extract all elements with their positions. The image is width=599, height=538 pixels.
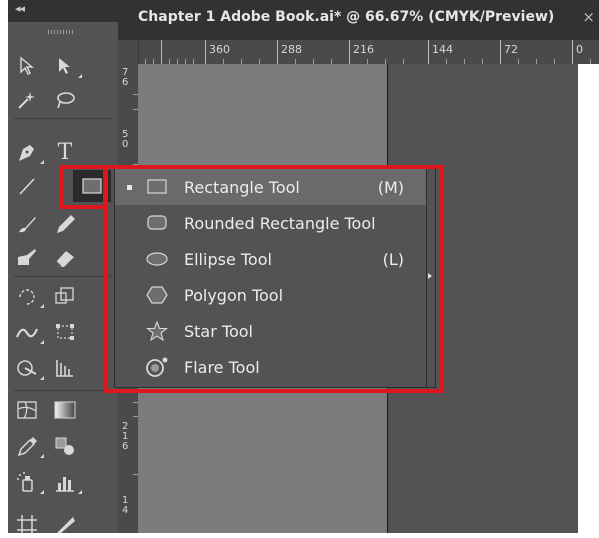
- width-tool[interactable]: [12, 318, 44, 346]
- free-transform-tool[interactable]: [50, 318, 80, 346]
- document-title: Chapter 1 Adobe Book.ai* @ 66.67% (CMYK/…: [138, 9, 555, 25]
- rotate-icon: [19, 289, 35, 305]
- blend-icon: [55, 437, 74, 455]
- ruler-label: 14: [122, 495, 129, 516]
- artboard-icon: [17, 515, 37, 533]
- tools-panel: ◂◂ T: [8, 0, 118, 533]
- ruler-label: 76: [122, 67, 129, 88]
- ruler-label: 288: [281, 43, 302, 56]
- eraser-icon: [55, 251, 74, 268]
- symbol-sprayer-icon: [17, 472, 33, 492]
- eyedropper-icon: [17, 437, 37, 457]
- collapse-panel-icon[interactable]: ◂◂: [15, 2, 25, 15]
- ruler-label: 216: [353, 43, 374, 56]
- mesh-tool[interactable]: [12, 396, 42, 424]
- magic-wand-tool[interactable]: [12, 86, 42, 114]
- tools-panel-header[interactable]: ◂◂: [8, 0, 118, 22]
- direct-selection-tool[interactable]: [50, 52, 82, 80]
- eraser-tool[interactable]: [50, 244, 80, 272]
- pen-icon: [19, 145, 34, 161]
- highlight-rectangle-tool: [59, 165, 107, 209]
- perspective-grid-tool[interactable]: [50, 354, 80, 382]
- selection-arrow-icon: [20, 56, 34, 75]
- mesh-icon: [17, 401, 37, 419]
- lasso-icon: [57, 92, 75, 109]
- ruler-label: 216: [122, 421, 129, 452]
- blob-brush-icon: [18, 249, 36, 265]
- column-graph-icon: [56, 477, 74, 492]
- panel-grip[interactable]: [48, 30, 74, 34]
- document-tab[interactable]: Chapter 1 Adobe Book.ai* @ 66.67% (CMYK/…: [118, 0, 599, 40]
- ruler-label: 50: [122, 129, 129, 150]
- ruler-label: 360: [209, 43, 230, 56]
- ruler-origin[interactable]: [118, 40, 139, 64]
- column-graph-tool[interactable]: [50, 468, 82, 496]
- eyedropper-tool[interactable]: [12, 432, 44, 460]
- ruler-label: 72: [504, 43, 518, 56]
- line-segment-tool[interactable]: [12, 172, 42, 200]
- shape-builder-icon: [17, 360, 37, 376]
- artboard-tool[interactable]: [12, 510, 42, 538]
- slice-tool[interactable]: [50, 510, 80, 538]
- magic-wand-icon: [18, 92, 35, 109]
- rotate-tool[interactable]: [12, 282, 44, 310]
- pencil-tool[interactable]: [50, 210, 80, 238]
- pencil-icon: [57, 215, 75, 233]
- ruler-label: 144: [432, 43, 453, 56]
- type-icon: T: [57, 139, 73, 165]
- gradient-icon: [54, 401, 76, 419]
- blend-tool[interactable]: [50, 432, 80, 460]
- line-segment-icon: [19, 178, 35, 195]
- pen-tool[interactable]: [12, 138, 44, 166]
- paintbrush-icon: [19, 217, 36, 233]
- direct-selection-arrow-icon: [59, 58, 70, 74]
- horizontal-ruler[interactable]: 360 288 216 144 72 0: [118, 40, 599, 64]
- shape-builder-tool[interactable]: [12, 354, 44, 382]
- paintbrush-tool[interactable]: [12, 210, 42, 238]
- width-icon: [15, 328, 39, 338]
- blob-brush-tool[interactable]: [12, 244, 42, 272]
- selection-tool[interactable]: [12, 52, 42, 80]
- slice-icon: [57, 517, 75, 533]
- scale-icon: [55, 287, 74, 304]
- gradient-tool[interactable]: [50, 396, 80, 424]
- scale-tool[interactable]: [50, 282, 80, 310]
- lasso-tool[interactable]: [50, 86, 80, 114]
- highlight-flyout-menu: [104, 165, 443, 393]
- artboard[interactable]: [578, 64, 599, 533]
- free-transform-icon: [56, 324, 74, 340]
- close-document-icon[interactable]: ×: [582, 8, 595, 26]
- symbol-sprayer-tool[interactable]: [12, 468, 44, 496]
- type-tool[interactable]: T: [50, 138, 80, 166]
- ruler-label: 0: [576, 43, 583, 56]
- perspective-grid-icon: [56, 360, 73, 377]
